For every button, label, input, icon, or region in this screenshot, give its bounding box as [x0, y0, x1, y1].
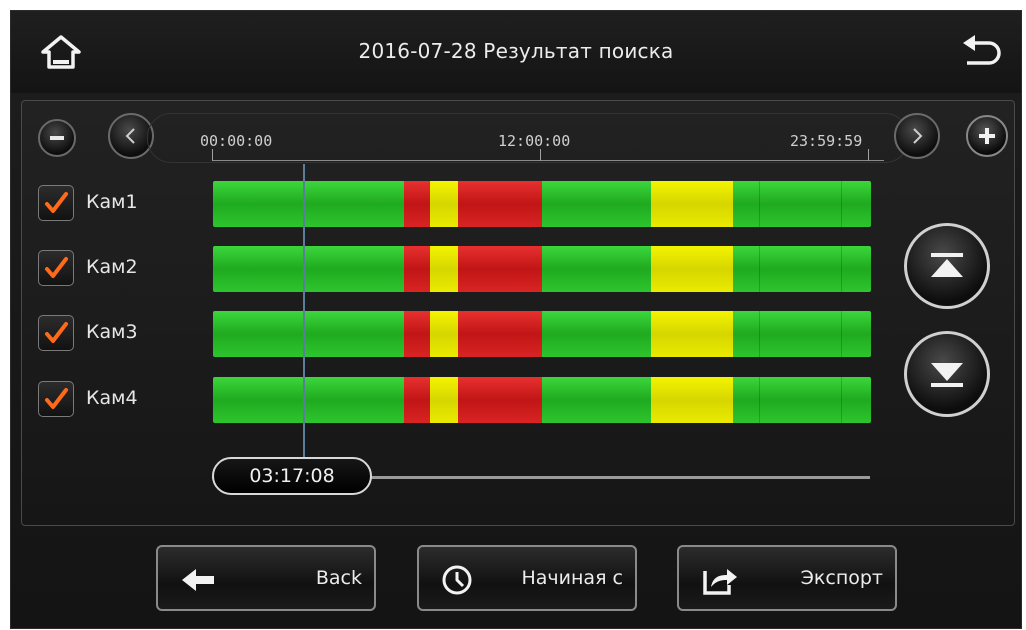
- recording-segment-alarm: [457, 311, 542, 357]
- recording-segment-normal: [213, 181, 404, 227]
- recording-segment-alarm: [457, 181, 542, 227]
- recording-segment-normal: [542, 311, 651, 357]
- checkmark-icon: [45, 257, 68, 278]
- tick-mark: [868, 149, 869, 161]
- camera-1-checkbox[interactable]: [38, 185, 74, 221]
- page-title: 2016-07-28 Результат поиска: [358, 39, 674, 63]
- camera-3-recording-track[interactable]: [213, 311, 871, 357]
- tick-label-mid: 12:00:00: [498, 132, 571, 150]
- recording-segment-motion: [650, 246, 733, 292]
- export-button-label: Экспорт: [800, 567, 883, 589]
- camera-1-recording-track[interactable]: [213, 181, 871, 227]
- back-button[interactable]: Back: [156, 545, 376, 611]
- recording-segment-normal: [213, 311, 404, 357]
- zoom-out-button[interactable]: [38, 119, 76, 157]
- playback-panel: 00:00:00 12:00:00 23:59:59 Кам1 Кам2 Кам…: [21, 100, 1015, 526]
- camera-2-recording-track[interactable]: [213, 246, 871, 292]
- segment-divider: [759, 377, 761, 423]
- return-arrow-icon[interactable]: [959, 33, 1003, 73]
- segment-divider: [759, 311, 761, 357]
- recording-segment-normal: [542, 181, 651, 227]
- clock-icon: [442, 565, 472, 595]
- camera-row-4: Кам4: [38, 377, 898, 423]
- plus-icon: [979, 128, 995, 144]
- segment-divider: [759, 181, 761, 227]
- recording-segment-motion: [430, 246, 458, 292]
- recording-segment-motion: [430, 181, 458, 227]
- recording-segment-motion: [650, 311, 733, 357]
- recording-segment-alarm: [457, 246, 542, 292]
- recording-segment-alarm: [403, 181, 431, 227]
- recording-segment-normal: [732, 311, 871, 357]
- tick-label-end: 23:59:59: [790, 132, 863, 150]
- recording-segment-normal: [213, 377, 404, 423]
- recording-segment-motion: [430, 377, 458, 423]
- start-from-button[interactable]: Начиная с: [417, 545, 637, 611]
- recording-segment-alarm: [457, 377, 542, 423]
- recording-segment-normal: [732, 246, 871, 292]
- dvr-screen: 2016-07-28 Результат поиска 00:00:00 12:…: [10, 10, 1022, 629]
- camera-3-label: Кам3: [86, 321, 138, 343]
- timeline-axis: [212, 160, 884, 161]
- minus-icon: [50, 136, 64, 140]
- tick-mark: [540, 149, 541, 161]
- camera-4-label: Кам4: [86, 387, 138, 409]
- scroll-top-button[interactable]: [904, 223, 990, 309]
- segment-divider: [841, 311, 843, 357]
- timeline-next-button[interactable]: [894, 113, 940, 159]
- recording-segment-alarm: [403, 377, 431, 423]
- start-from-button-label: Начиная с: [521, 567, 624, 589]
- checkmark-icon: [45, 388, 68, 409]
- zoom-in-button[interactable]: [966, 115, 1008, 157]
- scroll-to-top-icon: [931, 253, 963, 277]
- chevron-right-icon: [913, 128, 923, 144]
- recording-segment-normal: [732, 181, 871, 227]
- time-slider-handle[interactable]: 03:17:08: [212, 457, 372, 495]
- recording-segment-normal: [542, 246, 651, 292]
- recording-segment-alarm: [403, 246, 431, 292]
- camera-row-2: Кам2: [38, 246, 898, 292]
- recording-segment-normal: [542, 377, 651, 423]
- camera-row-3: Кам3: [38, 311, 898, 357]
- recording-segment-normal: [213, 246, 404, 292]
- checkmark-icon: [45, 322, 68, 343]
- segment-divider: [841, 181, 843, 227]
- back-button-label: Back: [315, 567, 362, 589]
- export-button[interactable]: Экспорт: [677, 545, 897, 611]
- arrow-left-icon: [182, 569, 214, 591]
- scroll-to-bottom-icon: [931, 363, 963, 387]
- camera-row-1: Кам1: [38, 181, 898, 227]
- tick-mark: [212, 149, 213, 161]
- title-bar: 2016-07-28 Результат поиска: [11, 11, 1021, 93]
- segment-divider: [841, 246, 843, 292]
- camera-4-checkbox[interactable]: [38, 381, 74, 417]
- camera-2-label: Кам2: [86, 256, 138, 278]
- checkmark-icon: [45, 192, 68, 213]
- scroll-bottom-button[interactable]: [904, 331, 990, 417]
- recording-segment-motion: [430, 311, 458, 357]
- export-icon: [703, 569, 737, 595]
- camera-2-checkbox[interactable]: [38, 250, 74, 286]
- recording-segment-alarm: [403, 311, 431, 357]
- recording-segment-motion: [650, 377, 733, 423]
- chevron-left-icon: [125, 128, 135, 144]
- playback-cursor-line: [303, 164, 306, 464]
- segment-divider: [841, 377, 843, 423]
- camera-3-checkbox[interactable]: [38, 315, 74, 351]
- camera-1-label: Кам1: [86, 191, 138, 213]
- segment-divider: [759, 246, 761, 292]
- camera-4-recording-track[interactable]: [213, 377, 871, 423]
- recording-segment-normal: [732, 377, 871, 423]
- tick-label-start: 00:00:00: [200, 132, 273, 150]
- recording-segment-motion: [650, 181, 733, 227]
